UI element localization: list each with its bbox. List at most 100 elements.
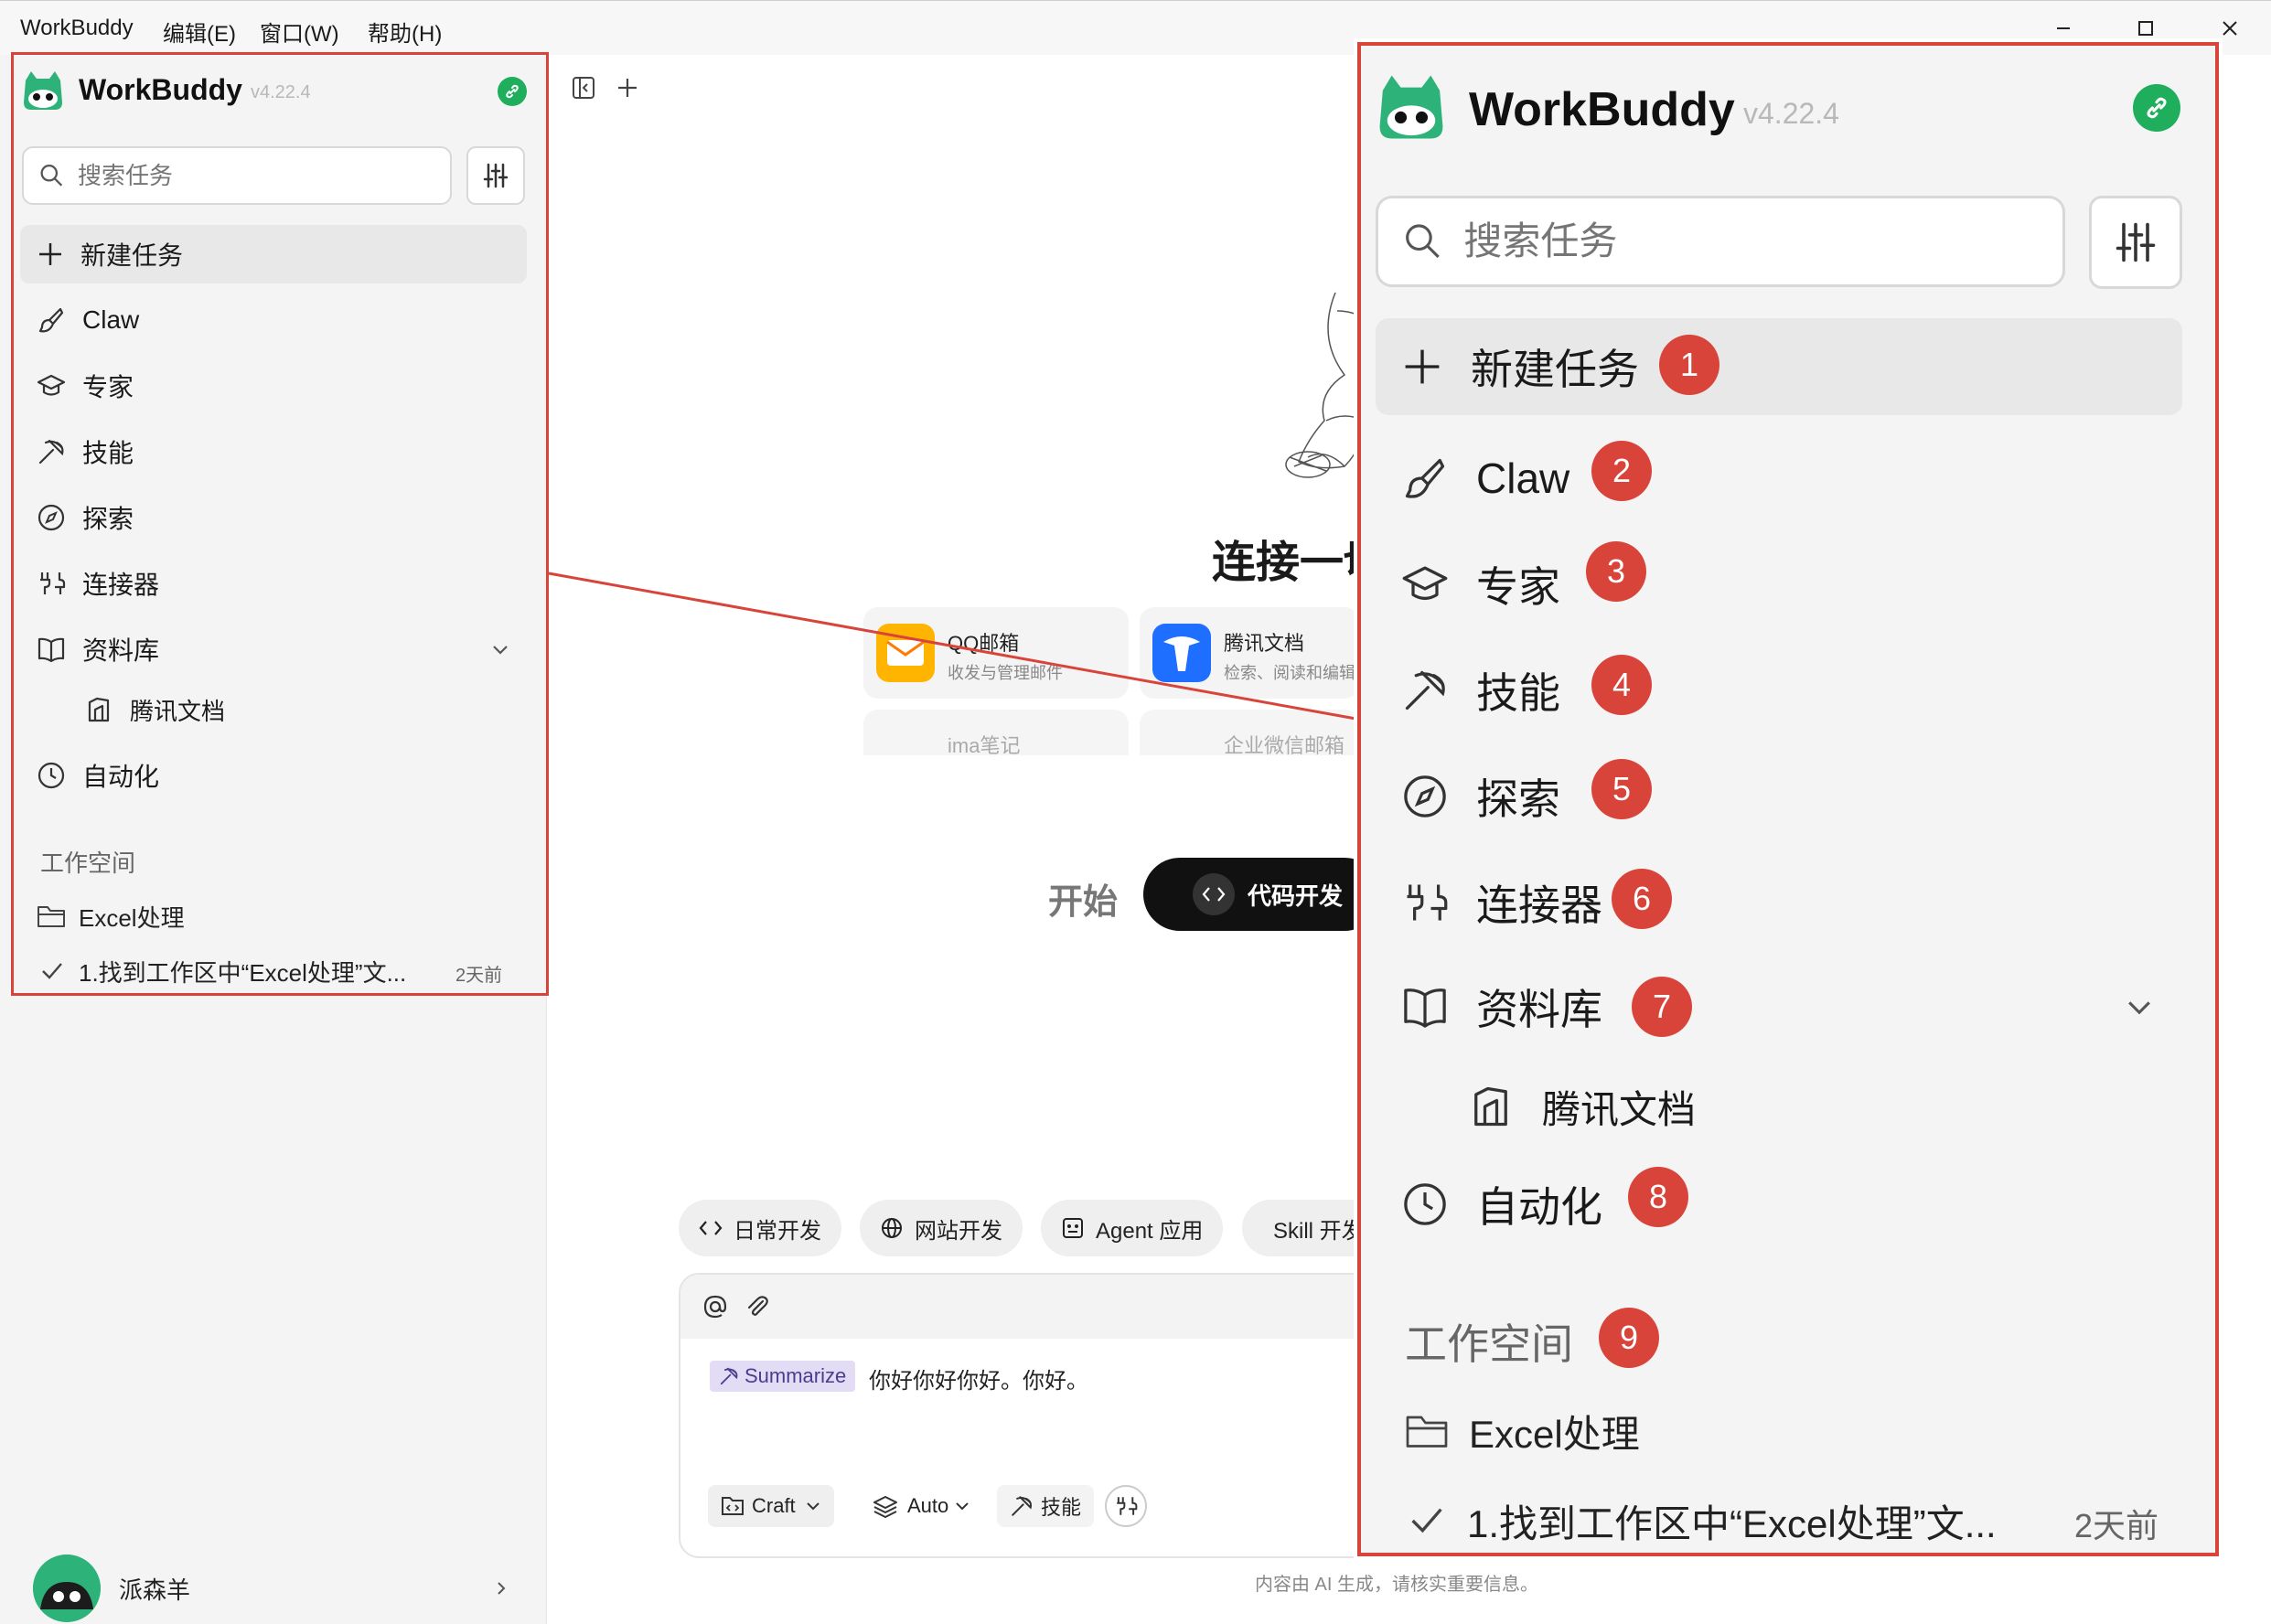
workspace-label: 工作空间 — [1405, 1320, 1573, 1368]
nav-experts[interactable]: 专家 — [1376, 543, 2182, 625]
connector-button[interactable] — [1105, 1485, 1147, 1527]
badge-1: 1 — [1659, 335, 1719, 395]
task-item[interactable]: 1.找到工作区中“Excel处理”文... — [1409, 1489, 2049, 1553]
nav-tencent-docs[interactable]: 腾讯文档 — [68, 682, 527, 737]
connector-card-tencent-docs[interactable]: 腾讯文档 检索、阅读和编辑 — [1140, 607, 1359, 699]
connector-card-ima[interactable]: ima笔记 — [863, 710, 1129, 755]
menu-help[interactable]: 帮助(H) — [368, 16, 442, 48]
search-input[interactable] — [77, 161, 450, 190]
sidebar: WorkBuddy v4.22.4 新建任务 Claw 专家 技能 探索 连接器 — [0, 55, 547, 1624]
nav-automation[interactable]: 自动化 — [20, 746, 527, 805]
badge-6: 6 — [1612, 869, 1672, 929]
workbuddy-logo-icon — [20, 68, 66, 113]
maximize-icon[interactable] — [2127, 12, 2164, 45]
app-version: v4.22.4 — [1743, 97, 1839, 130]
nav-experts[interactable]: 专家 — [20, 357, 527, 415]
sliders-icon — [2116, 222, 2156, 262]
nav-skills[interactable]: 技能 — [20, 422, 527, 481]
app-title: WorkBuddy — [1469, 83, 1735, 136]
chevron-down-icon[interactable] — [490, 639, 510, 659]
chip-skill-dev[interactable]: Skill 开发 — [1242, 1200, 1361, 1256]
badge-3: 3 — [1586, 541, 1646, 602]
brush-icon — [1405, 458, 1445, 498]
book-icon — [37, 637, 65, 663]
plug-icon — [1117, 1497, 1138, 1515]
skill-tag[interactable]: Summarize — [710, 1361, 856, 1392]
avatar — [33, 1555, 101, 1622]
toggle-sidebar-icon[interactable] — [567, 71, 600, 104]
globe-icon — [882, 1218, 902, 1238]
ai-disclaimer: 内容由 AI 生成，请核实重要信息。 — [1255, 1575, 1539, 1595]
pickaxe-icon — [38, 439, 64, 465]
user-profile[interactable]: 派森羊 — [33, 1555, 518, 1622]
chip-web-dev[interactable]: 网站开发 — [860, 1200, 1023, 1256]
nav-skills[interactable]: 技能 — [1376, 649, 2182, 732]
brush-icon — [38, 307, 64, 333]
workbuddy-logo-icon — [1374, 69, 1449, 144]
app-title: WorkBuddy — [79, 73, 242, 106]
input-text[interactable]: 你好你好你好。你好。 — [869, 1362, 1088, 1394]
close-icon[interactable] — [2212, 12, 2248, 45]
paperclip-icon[interactable] — [745, 1294, 770, 1320]
link-icon[interactable] — [2133, 84, 2180, 132]
compass-icon — [1404, 775, 1446, 817]
filter-button[interactable] — [466, 146, 525, 205]
doc-icon — [1474, 1086, 1507, 1127]
connector-card-wecom-mail[interactable]: 企业微信邮箱 — [1140, 710, 1359, 755]
task-item[interactable]: 1.找到工作区中“Excel处理”文... — [40, 951, 443, 991]
nav-automation[interactable]: 自动化 — [1376, 1163, 2182, 1245]
graduation-cap-icon — [1402, 566, 1448, 601]
nav-claw[interactable]: Claw — [20, 291, 527, 349]
new-tab-icon[interactable] — [611, 71, 644, 104]
folder-code-icon — [722, 1497, 744, 1515]
pickaxe-icon — [1012, 1496, 1033, 1516]
search-input[interactable] — [1463, 219, 2062, 263]
search-box[interactable] — [1376, 196, 2065, 287]
menu-edit[interactable]: 编辑(E) — [163, 16, 236, 48]
task-time: 2天前 — [2074, 1507, 2159, 1544]
skills-button[interactable]: 技能 — [997, 1485, 1095, 1527]
nav-new-task[interactable]: 新建任务 — [1376, 318, 2182, 415]
chip-daily-dev[interactable]: 日常开发 — [679, 1200, 841, 1256]
nav-library[interactable]: 资料库 — [1376, 966, 2182, 1048]
search-icon — [1406, 224, 1440, 259]
pickaxe-icon — [1405, 670, 1445, 710]
nav-explore[interactable]: 探索 — [1376, 755, 2182, 838]
nav-claw[interactable]: Claw — [1376, 437, 2182, 519]
graduation-cap-icon — [37, 374, 66, 396]
menu-window[interactable]: 窗口(W) — [260, 16, 339, 48]
clock-icon — [1404, 1183, 1446, 1225]
connector-card-qqmail[interactable]: QQ邮箱 收发与管理邮件 — [863, 607, 1129, 699]
task-time: 2天前 — [455, 966, 503, 986]
code-icon — [1193, 873, 1235, 915]
clock-icon — [37, 762, 65, 789]
nav-explore[interactable]: 探索 — [20, 488, 527, 547]
nav-connectors[interactable]: 连接器 — [20, 554, 527, 613]
nav-new-task[interactable]: 新建任务 — [20, 225, 527, 283]
at-icon[interactable] — [702, 1294, 728, 1320]
nav-tencent-docs[interactable]: 腾讯文档 — [1449, 1068, 2182, 1145]
chip-agent-app[interactable]: Agent 应用 — [1041, 1200, 1224, 1256]
menu-app[interactable]: WorkBuddy — [20, 16, 134, 41]
model-select[interactable]: Auto — [873, 1485, 970, 1527]
compass-icon — [37, 504, 65, 531]
chevron-down-icon[interactable] — [2124, 991, 2155, 1022]
check-icon — [42, 963, 62, 979]
link-icon[interactable] — [498, 77, 527, 106]
filter-button[interactable] — [2089, 196, 2182, 289]
nav-connectors[interactable]: 连接器 — [1376, 861, 2182, 944]
chevron-right-icon[interactable] — [492, 1579, 510, 1597]
app-version: v4.22.4 — [251, 82, 311, 102]
mode-select[interactable]: Craft — [708, 1485, 834, 1527]
workspace-label: 工作空间 — [40, 849, 136, 877]
badge-9: 9 — [1599, 1308, 1659, 1368]
qq-mail-icon — [876, 624, 935, 682]
sliders-icon — [483, 163, 509, 188]
nav-library[interactable]: 资料库 — [20, 620, 527, 678]
minimize-icon[interactable] — [2045, 12, 2082, 45]
workspace-folder[interactable]: Excel处理 — [1405, 1399, 2173, 1463]
doc-icon — [88, 697, 110, 722]
workspace-folder[interactable]: Excel处理 — [37, 896, 512, 936]
code-dev-button[interactable]: 代码开发 — [1143, 858, 1381, 931]
search-box[interactable] — [22, 146, 452, 205]
